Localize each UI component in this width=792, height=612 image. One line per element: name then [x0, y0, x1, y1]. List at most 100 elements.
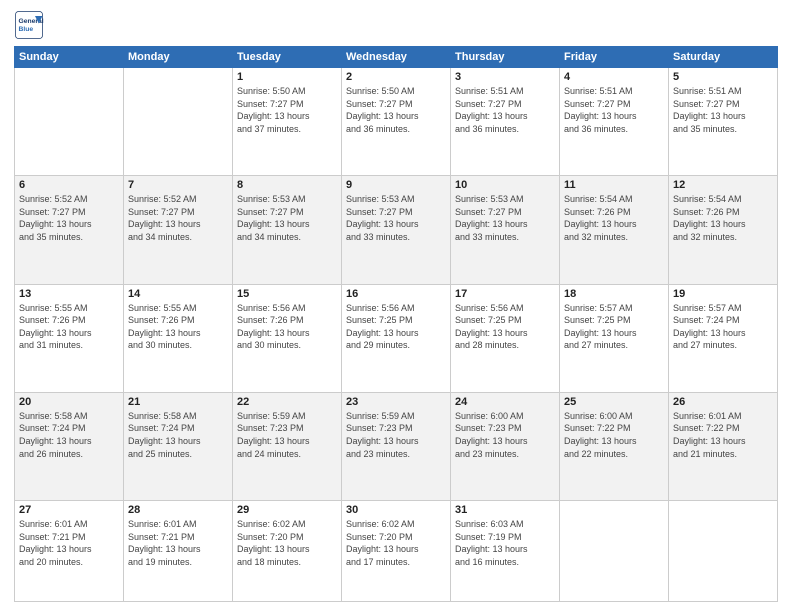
- day-info: Sunrise: 6:01 AM Sunset: 7:22 PM Dayligh…: [673, 410, 773, 460]
- weekday-header-thursday: Thursday: [451, 47, 560, 68]
- calendar-cell: 12 Sunrise: 5:54 AM Sunset: 7:26 PM Dayli…: [669, 176, 778, 284]
- calendar-cell: 15 Sunrise: 5:56 AM Sunset: 7:26 PM Dayli…: [233, 284, 342, 392]
- day-number: 16: [346, 288, 446, 300]
- day-number: 28: [128, 504, 228, 516]
- calendar-table: SundayMondayTuesdayWednesdayThursdayFrid…: [14, 46, 778, 602]
- page-header: General Blue: [14, 10, 778, 40]
- day-info: Sunrise: 5:59 AM Sunset: 7:23 PM Dayligh…: [237, 410, 337, 460]
- calendar-cell: 25Sunrise: 6:00 AM Sunset: 7:22 PM Dayli…: [560, 392, 669, 500]
- day-number: 27: [19, 504, 119, 516]
- day-info: Sunrise: 5:51 AM Sunset: 7:27 PM Dayligh…: [673, 85, 773, 135]
- day-info: Sunrise: 5:54 AM Sunset: 7:26 PM Dayligh…: [673, 193, 773, 243]
- day-info: Sunrise: 5:56 AM Sunset: 7:25 PM Dayligh…: [455, 302, 555, 352]
- calendar-cell: 1 Sunrise: 5:50 AM Sunset: 7:27 PM Daylig…: [233, 68, 342, 176]
- svg-text:Blue: Blue: [19, 26, 34, 33]
- day-info: Sunrise: 5:53 AM Sunset: 7:27 PM Dayligh…: [455, 193, 555, 243]
- calendar-cell: 10 Sunrise: 5:53 AM Sunset: 7:27 PM Dayli…: [451, 176, 560, 284]
- day-number: 10: [455, 179, 555, 191]
- calendar-cell: 9Sunrise: 5:53 AM Sunset: 7:27 PM Daylig…: [342, 176, 451, 284]
- day-number: 6: [19, 179, 119, 191]
- calendar-cell: 7 Sunrise: 5:52 AM Sunset: 7:27 PM Daylig…: [124, 176, 233, 284]
- day-number: 15: [237, 288, 337, 300]
- day-number: 30: [346, 504, 446, 516]
- day-info: Sunrise: 5:53 AM Sunset: 7:27 PM Dayligh…: [237, 193, 337, 243]
- day-info: Sunrise: 5:50 AM Sunset: 7:27 PM Dayligh…: [237, 85, 337, 135]
- day-number: 12: [673, 179, 773, 191]
- calendar-cell: 3 Sunrise: 5:51 AM Sunset: 7:27 PM Daylig…: [451, 68, 560, 176]
- weekday-header-tuesday: Tuesday: [233, 47, 342, 68]
- calendar-cell: 6 Sunrise: 5:52 AM Sunset: 7:27 PM Daylig…: [15, 176, 124, 284]
- calendar-cell: 8 Sunrise: 5:53 AM Sunset: 7:27 PM Daylig…: [233, 176, 342, 284]
- day-info: Sunrise: 5:50 AM Sunset: 7:27 PM Dayligh…: [346, 85, 446, 135]
- day-number: 24: [455, 396, 555, 408]
- calendar-cell: [669, 501, 778, 602]
- calendar-cell: 23Sunrise: 5:59 AM Sunset: 7:23 PM Dayli…: [342, 392, 451, 500]
- day-number: 9: [346, 179, 446, 191]
- calendar-cell: 26 Sunrise: 6:01 AM Sunset: 7:22 PM Dayli…: [669, 392, 778, 500]
- day-number: 5: [673, 71, 773, 83]
- calendar-cell: 28 Sunrise: 6:01 AM Sunset: 7:21 PM Dayli…: [124, 501, 233, 602]
- day-number: 26: [673, 396, 773, 408]
- weekday-header-saturday: Saturday: [669, 47, 778, 68]
- calendar-cell: 27 Sunrise: 6:01 AM Sunset: 7:21 PM Dayli…: [15, 501, 124, 602]
- calendar-cell: 4 Sunrise: 5:51 AM Sunset: 7:27 PM Daylig…: [560, 68, 669, 176]
- week-row-1: 1 Sunrise: 5:50 AM Sunset: 7:27 PM Daylig…: [15, 68, 778, 176]
- day-number: 11: [564, 179, 664, 191]
- day-info: Sunrise: 5:52 AM Sunset: 7:27 PM Dayligh…: [128, 193, 228, 243]
- day-info: Sunrise: 6:00 AM Sunset: 7:23 PM Dayligh…: [455, 410, 555, 460]
- day-number: 23: [346, 396, 446, 408]
- calendar-cell: 31 Sunrise: 6:03 AM Sunset: 7:19 PM Dayli…: [451, 501, 560, 602]
- day-number: 19: [673, 288, 773, 300]
- day-number: 31: [455, 504, 555, 516]
- day-number: 25: [564, 396, 664, 408]
- day-info: Sunrise: 5:58 AM Sunset: 7:24 PM Dayligh…: [19, 410, 119, 460]
- calendar-cell: 24 Sunrise: 6:00 AM Sunset: 7:23 PM Dayli…: [451, 392, 560, 500]
- day-info: Sunrise: 5:55 AM Sunset: 7:26 PM Dayligh…: [19, 302, 119, 352]
- day-number: 22: [237, 396, 337, 408]
- weekday-header-sunday: Sunday: [15, 47, 124, 68]
- day-number: 20: [19, 396, 119, 408]
- weekday-header-monday: Monday: [124, 47, 233, 68]
- calendar-cell: 29 Sunrise: 6:02 AM Sunset: 7:20 PM Dayli…: [233, 501, 342, 602]
- day-info: Sunrise: 5:51 AM Sunset: 7:27 PM Dayligh…: [564, 85, 664, 135]
- day-info: Sunrise: 5:55 AM Sunset: 7:26 PM Dayligh…: [128, 302, 228, 352]
- calendar-cell: [560, 501, 669, 602]
- day-number: 1: [237, 71, 337, 83]
- day-number: 29: [237, 504, 337, 516]
- weekday-header-row: SundayMondayTuesdayWednesdayThursdayFrid…: [15, 47, 778, 68]
- week-row-2: 6 Sunrise: 5:52 AM Sunset: 7:27 PM Daylig…: [15, 176, 778, 284]
- day-info: Sunrise: 5:57 AM Sunset: 7:25 PM Dayligh…: [564, 302, 664, 352]
- day-number: 14: [128, 288, 228, 300]
- calendar-cell: 22 Sunrise: 5:59 AM Sunset: 7:23 PM Dayli…: [233, 392, 342, 500]
- calendar-cell: 11 Sunrise: 5:54 AM Sunset: 7:26 PM Dayli…: [560, 176, 669, 284]
- calendar-cell: 16 Sunrise: 5:56 AM Sunset: 7:25 PM Dayli…: [342, 284, 451, 392]
- calendar-cell: 30 Sunrise: 6:02 AM Sunset: 7:20 PM Dayli…: [342, 501, 451, 602]
- calendar-cell: 13Sunrise: 5:55 AM Sunset: 7:26 PM Dayli…: [15, 284, 124, 392]
- day-number: 4: [564, 71, 664, 83]
- day-number: 18: [564, 288, 664, 300]
- day-info: Sunrise: 5:58 AM Sunset: 7:24 PM Dayligh…: [128, 410, 228, 460]
- day-info: Sunrise: 6:02 AM Sunset: 7:20 PM Dayligh…: [237, 518, 337, 568]
- calendar-cell: 21 Sunrise: 5:58 AM Sunset: 7:24 PM Dayli…: [124, 392, 233, 500]
- day-info: Sunrise: 6:02 AM Sunset: 7:20 PM Dayligh…: [346, 518, 446, 568]
- calendar-cell: 5 Sunrise: 5:51 AM Sunset: 7:27 PM Daylig…: [669, 68, 778, 176]
- day-number: 17: [455, 288, 555, 300]
- day-number: 21: [128, 396, 228, 408]
- day-info: Sunrise: 5:52 AM Sunset: 7:27 PM Dayligh…: [19, 193, 119, 243]
- week-row-4: 20 Sunrise: 5:58 AM Sunset: 7:24 PM Dayli…: [15, 392, 778, 500]
- day-number: 7: [128, 179, 228, 191]
- day-number: 8: [237, 179, 337, 191]
- day-info: Sunrise: 5:54 AM Sunset: 7:26 PM Dayligh…: [564, 193, 664, 243]
- calendar-cell: [124, 68, 233, 176]
- day-number: 3: [455, 71, 555, 83]
- logo: General Blue: [14, 10, 48, 40]
- day-info: Sunrise: 6:03 AM Sunset: 7:19 PM Dayligh…: [455, 518, 555, 568]
- day-info: Sunrise: 6:01 AM Sunset: 7:21 PM Dayligh…: [128, 518, 228, 568]
- day-number: 2: [346, 71, 446, 83]
- day-info: Sunrise: 5:56 AM Sunset: 7:26 PM Dayligh…: [237, 302, 337, 352]
- day-info: Sunrise: 5:51 AM Sunset: 7:27 PM Dayligh…: [455, 85, 555, 135]
- day-info: Sunrise: 5:56 AM Sunset: 7:25 PM Dayligh…: [346, 302, 446, 352]
- calendar-cell: 2 Sunrise: 5:50 AM Sunset: 7:27 PM Daylig…: [342, 68, 451, 176]
- calendar-cell: 20 Sunrise: 5:58 AM Sunset: 7:24 PM Dayli…: [15, 392, 124, 500]
- day-info: Sunrise: 6:01 AM Sunset: 7:21 PM Dayligh…: [19, 518, 119, 568]
